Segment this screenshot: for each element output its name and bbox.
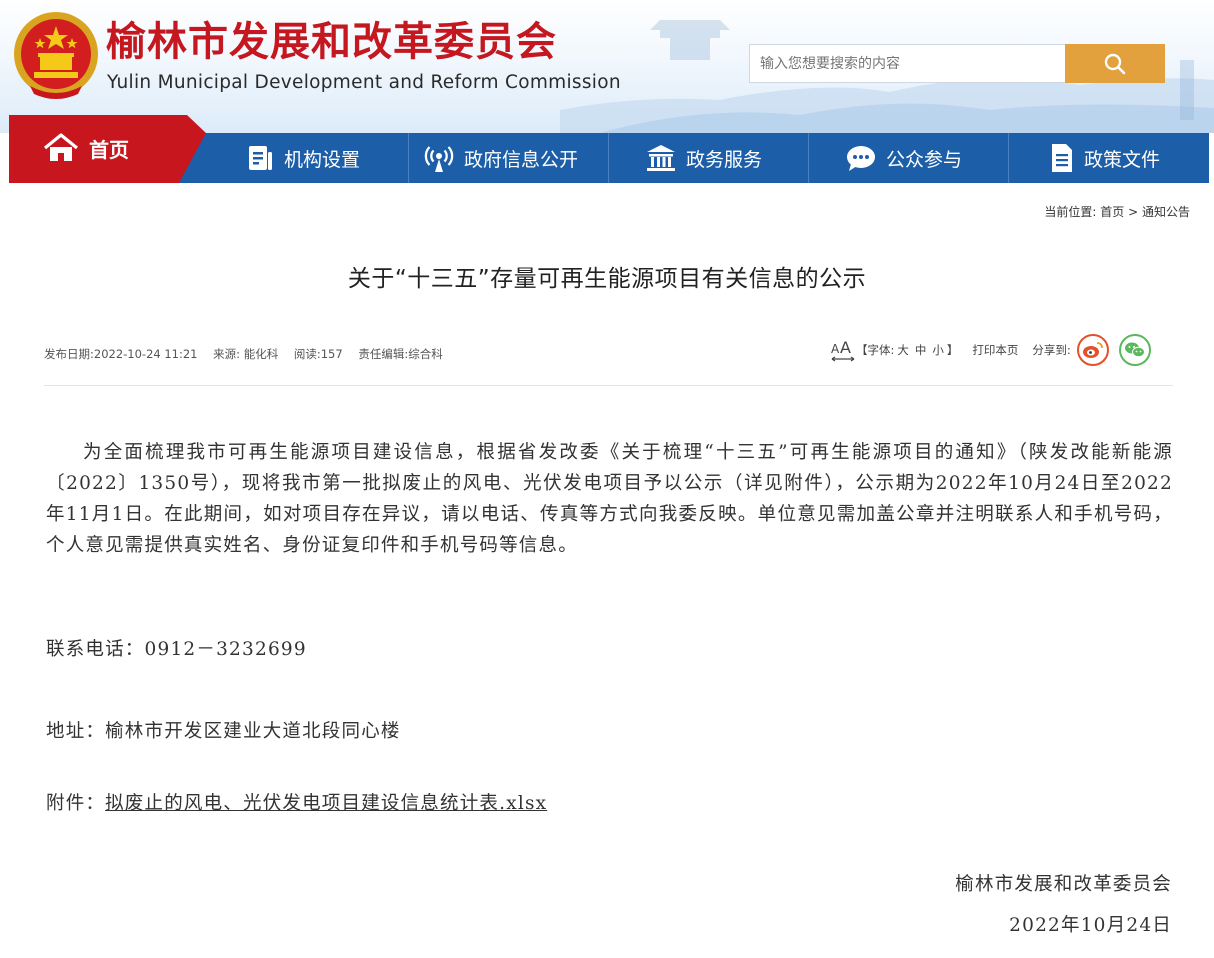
attachment-label: 附件： (46, 793, 106, 814)
font-small-button[interactable]: 小 (932, 342, 944, 358)
signature-org: 榆林市发展和改革委员会 (955, 874, 1172, 895)
national-emblem-icon (14, 12, 98, 99)
font-size-label: 【字体: (856, 343, 895, 357)
nav-item-label: 政府信息公开 (464, 148, 579, 171)
attachment-link[interactable]: 拟废止的风电、光伏发电项目建设信息统计表.xlsx (105, 793, 547, 814)
share-wechat-button[interactable] (1118, 334, 1151, 366)
chat-bubble-icon (847, 146, 875, 171)
nav-item-policy-docs[interactable]: 政策文件 (1050, 133, 1160, 183)
svg-text:A: A (840, 338, 851, 357)
content-divider (44, 385, 1173, 386)
article-source: 来源: 能化科 (213, 347, 279, 361)
nav-item-label: 政策文件 (1084, 148, 1161, 171)
weibo-icon (1082, 342, 1103, 358)
breadcrumb-home-link[interactable]: 首页 (1100, 205, 1124, 219)
nav-item-label: 政务服务 (686, 148, 763, 171)
government-building-icon (647, 145, 675, 171)
nav-item-label: 机构设置 (284, 148, 361, 171)
wechat-icon (1124, 342, 1145, 358)
share-weibo-button[interactable] (1076, 334, 1109, 366)
document-icon (1052, 144, 1072, 172)
breadcrumb-separator: > (1128, 205, 1139, 219)
document-list-icon (249, 146, 272, 170)
nav-item-org[interactable]: 机构设置 (246, 133, 360, 183)
search-icon (1104, 53, 1126, 74)
article-paragraph: 为全面梳理我市可再生能源项目建设信息，根据省发改委《关于梳理“十三五”可再生能源… (46, 442, 1173, 556)
breadcrumb-current-link[interactable]: 通知公告 (1142, 205, 1190, 219)
site-title-cn: 榆林市发展和改革委员会 (106, 19, 557, 65)
nav-home-label: 首页 (89, 137, 129, 162)
font-size-icon: A A (831, 338, 855, 362)
nav-item-public-participation[interactable]: 公众参与 (846, 133, 962, 183)
nav-divider (608, 133, 609, 183)
font-medium-button[interactable]: 中 (915, 342, 927, 358)
responsible-editor: 责任编辑:综合科 (358, 347, 443, 361)
view-count: 阅读:157 (293, 347, 343, 361)
nav-divider (808, 133, 809, 183)
attachment-line: 附件：拟废止的风电、光伏发电项目建设信息统计表.xlsx (46, 790, 547, 818)
article-title: 关于“十三五”存量可再生能源项目有关信息的公示 (347, 266, 867, 292)
nav-item-info-disclosure[interactable]: 政府信息公开 (424, 133, 578, 183)
nav-item-label: 公众参与 (886, 148, 963, 171)
site-header: 榆林市发展和改革委员会 Yulin Municipal Development … (0, 0, 1214, 133)
contact-address: 地址：榆林市开发区建业大道北段同心楼 (46, 721, 401, 742)
font-size-close: 】 (946, 343, 959, 357)
site-title-en: Yulin Municipal Development and Reform C… (107, 72, 621, 93)
nav-item-services[interactable]: 政务服务 (646, 133, 762, 183)
nav-divider (408, 133, 409, 183)
font-large-button[interactable]: 大 (897, 342, 909, 358)
article-meta: 发布日期:2022-10-24 11:21 来源: 能化科 阅读:157 责任编… (44, 346, 455, 362)
print-page-button[interactable]: 打印本页 (972, 342, 1018, 358)
signature-date: 2022年10月24日 (1009, 915, 1172, 936)
article-tools: A A 【字体: 大 中 小 】 打印本页 分享到: (830, 330, 1151, 370)
svg-text:A: A (831, 342, 840, 356)
contact-phone: 联系电话：0912－3232699 (46, 639, 307, 660)
publish-date: 发布日期:2022-10-24 11:21 (44, 347, 198, 361)
search-input[interactable] (749, 44, 1065, 83)
search-button[interactable] (1065, 44, 1165, 83)
breadcrumb: 当前位置: 首页 > 通知公告 (1044, 203, 1190, 220)
broadcast-icon (424, 146, 454, 172)
nav-divider (1008, 133, 1009, 183)
home-icon (43, 133, 79, 161)
breadcrumb-prefix: 当前位置: (1044, 205, 1097, 219)
share-label: 分享到: (1032, 343, 1071, 357)
nav-home[interactable]: 首页 (9, 115, 206, 183)
